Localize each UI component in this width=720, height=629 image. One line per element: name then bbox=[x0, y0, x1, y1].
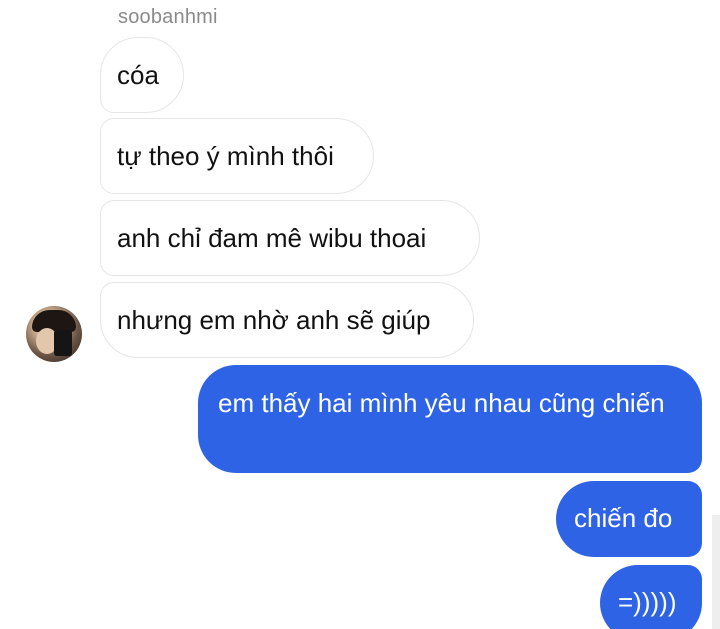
avatar-phone bbox=[54, 330, 72, 356]
incoming-message[interactable]: anh chỉ đam mê wibu thoai bbox=[100, 200, 480, 276]
avatar[interactable] bbox=[26, 306, 82, 362]
outgoing-message[interactable]: chiến đo bbox=[556, 481, 702, 557]
sender-name: soobanhmi bbox=[118, 6, 218, 28]
avatar-hair bbox=[32, 310, 76, 332]
chat-thread: soobanhmi cóa tự theo ý mình thôi anh ch… bbox=[0, 0, 720, 629]
incoming-message[interactable]: tự theo ý mình thôi bbox=[100, 118, 374, 194]
outgoing-message[interactable]: =))))) bbox=[600, 565, 702, 629]
incoming-message[interactable]: cóa bbox=[100, 37, 184, 113]
outgoing-message[interactable]: em thấy hai mình yêu nhau cũng chiến bbox=[198, 365, 702, 473]
incoming-message[interactable]: nhưng em nhờ anh sẽ giúp bbox=[100, 282, 474, 358]
scrollbar-track[interactable] bbox=[712, 515, 720, 629]
